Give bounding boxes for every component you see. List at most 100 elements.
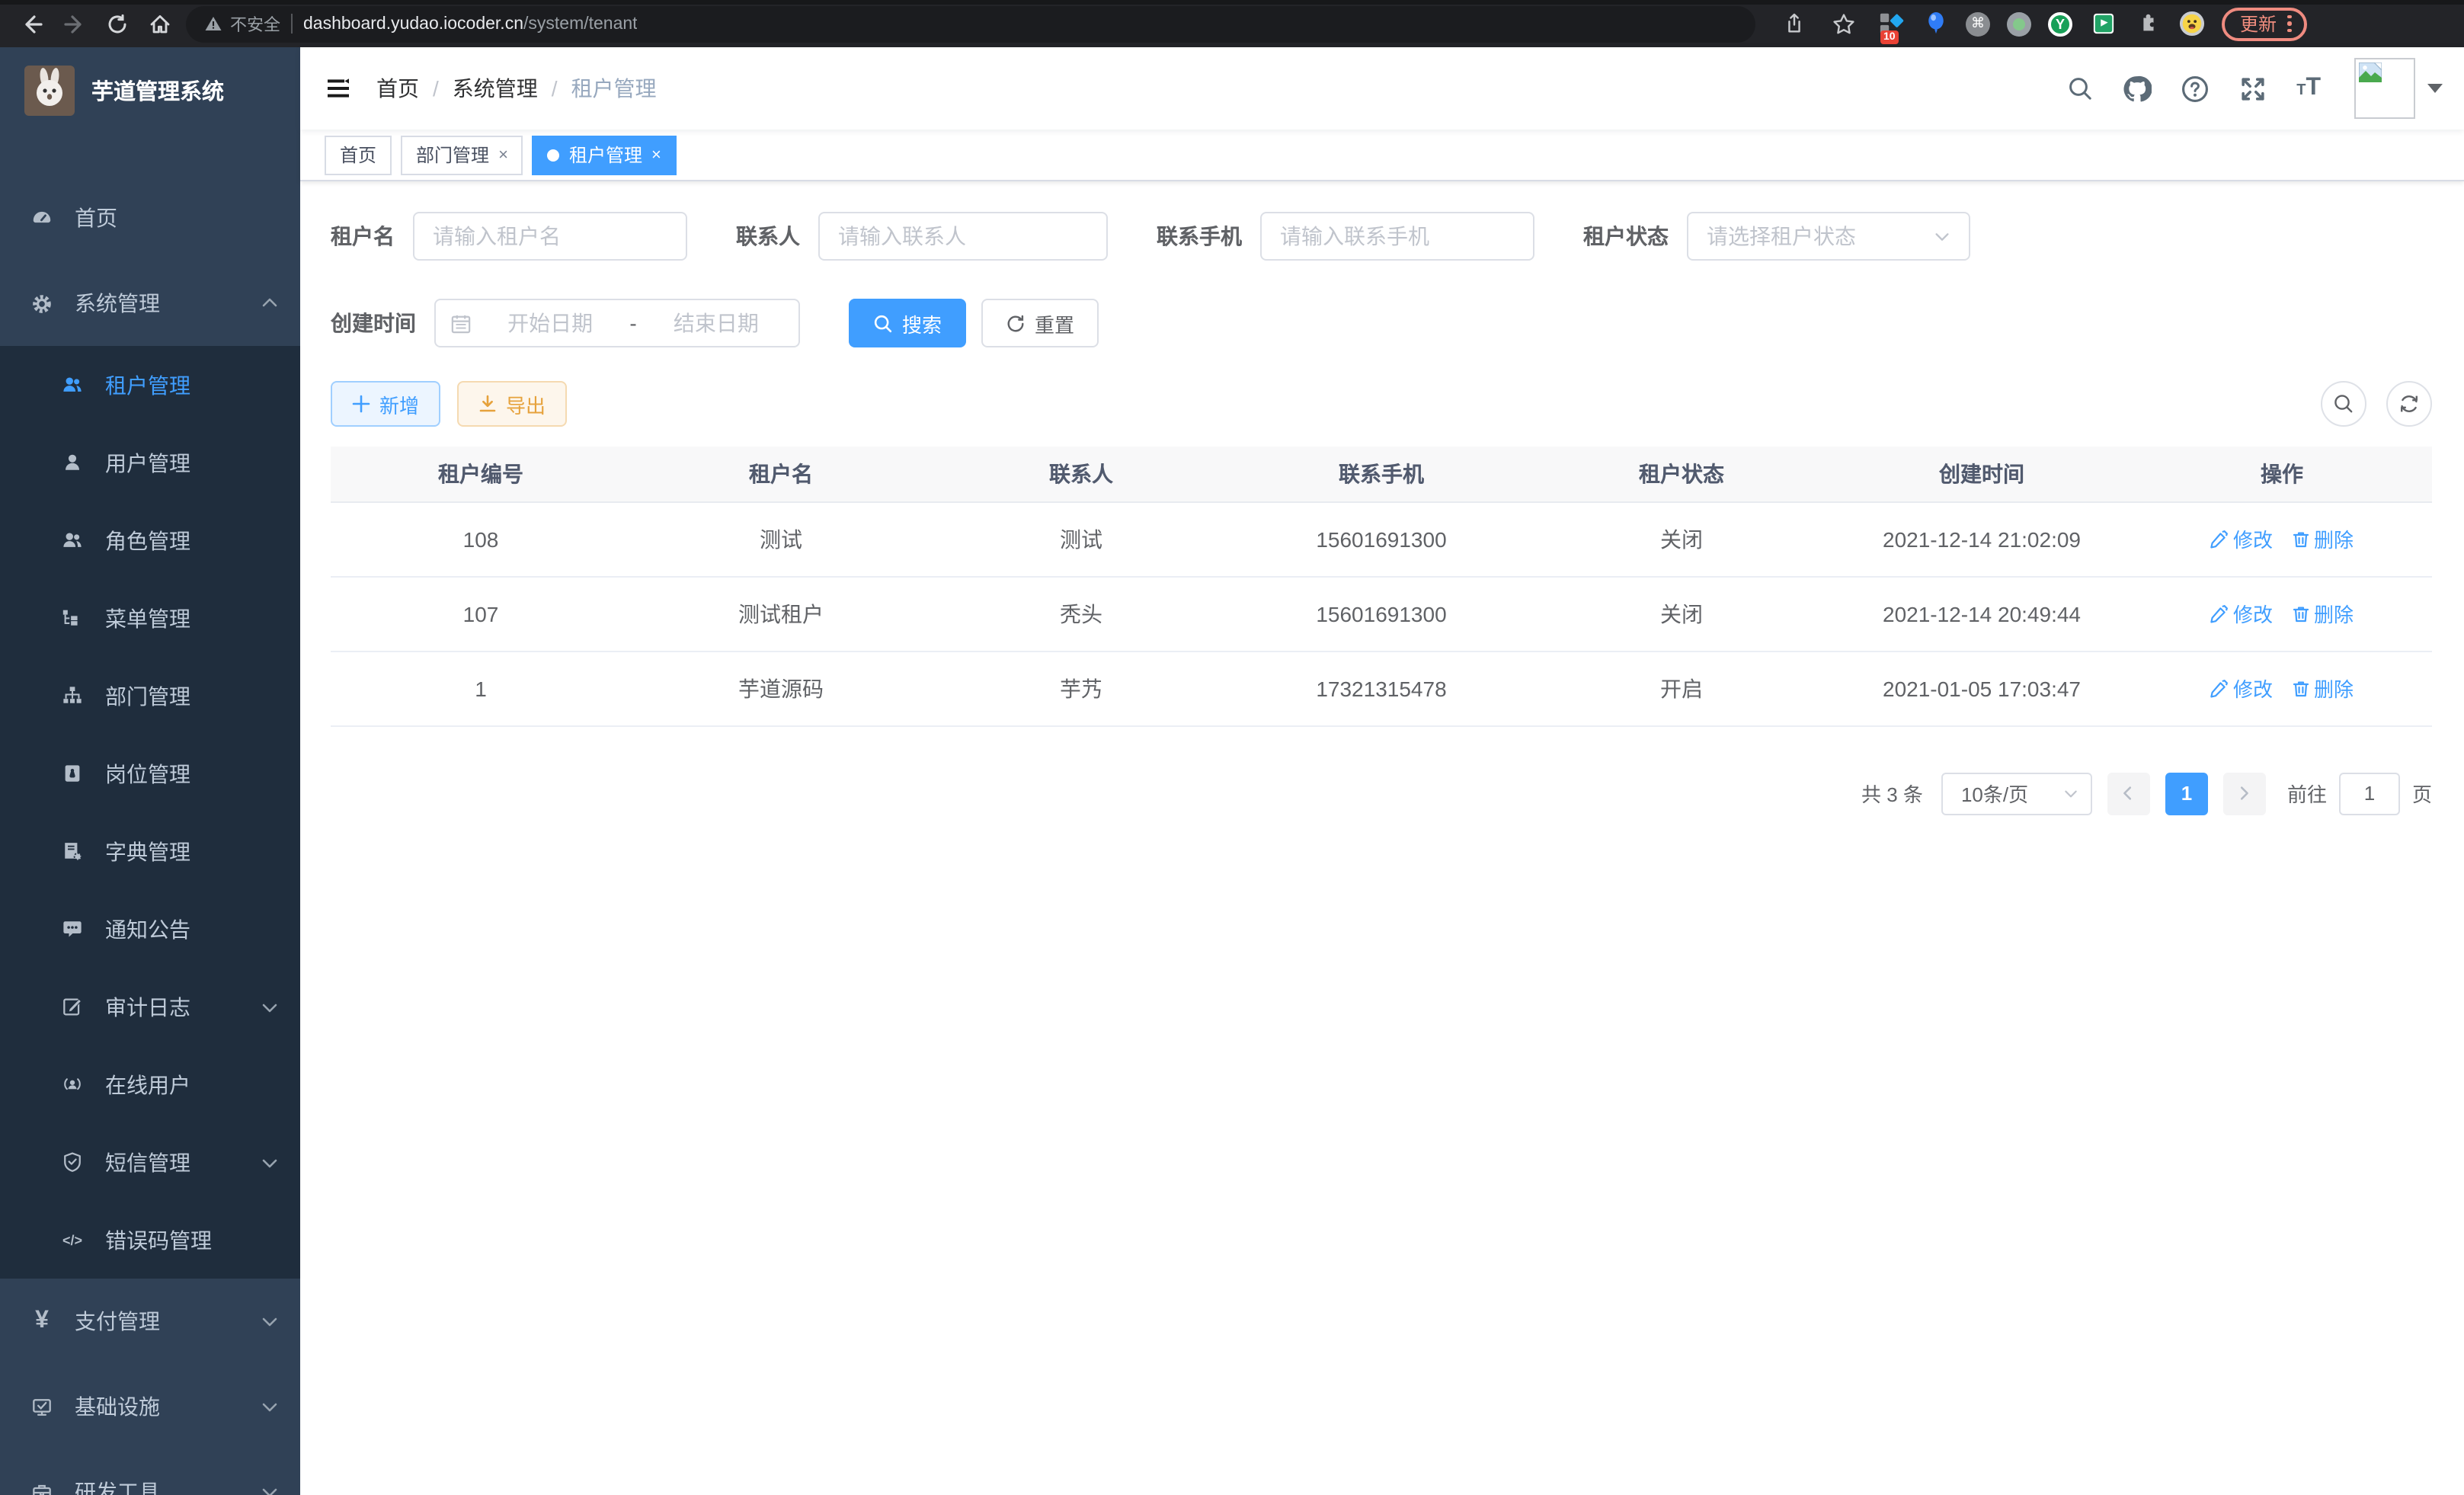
edit-link[interactable]: 修改 [2210,599,2273,628]
sidebar-item-home[interactable]: 首页 [0,175,300,261]
chevron-down-icon [261,1153,279,1171]
y-glyph: Y [2056,16,2065,31]
sidebar-item-sms[interactable]: 短信管理 [0,1123,300,1201]
app-logo-row[interactable]: 芋道管理系统 [0,47,300,133]
extension-chat-icon[interactable] [2089,10,2117,37]
chevron-right-icon [2236,785,2253,802]
badge-icon [61,762,84,785]
extension-balloon-icon[interactable] [1922,10,1949,37]
breadcrumb-system[interactable]: 系统管理 [453,73,538,104]
sidebar-item-notice[interactable]: 通知公告 [0,890,300,968]
browser-back-button[interactable] [15,7,49,40]
status-select[interactable]: 请选择租户状态 [1687,212,1970,261]
toggle-search-button[interactable] [2321,381,2366,427]
font-size-icon[interactable]: TT [2296,75,2321,102]
tenant-name-input[interactable]: 请输入租户名 [413,212,687,261]
chevron-down-icon [261,1312,279,1330]
table-row: 1 芋道源码 芋艿 17321315478 开启 2021-01-05 17:0… [331,651,2432,725]
share-icon[interactable] [1777,7,1810,40]
close-icon[interactable]: × [498,146,508,164]
sidebar-fold-icon[interactable] [325,75,352,102]
sidebar-item-role[interactable]: 角色管理 [0,501,300,579]
sidebar-item-error-code[interactable]: </> 错误码管理 [0,1201,300,1279]
search-label: 搜索 [902,309,942,338]
breadcrumb-home[interactable]: 首页 [376,73,419,104]
prev-page-button[interactable] [2107,772,2150,815]
sidebar-item-dept[interactable]: 部门管理 [0,657,300,735]
github-icon[interactable] [2123,74,2152,103]
bookmark-star-icon[interactable] [1827,7,1861,40]
user-menu[interactable] [2354,58,2443,119]
browser-update-button[interactable]: 更新 [2222,7,2306,40]
avatar[interactable] [2354,58,2415,119]
extensions-puzzle-icon[interactable] [2133,10,2161,37]
sidebar-item-system[interactable]: 系统管理 [0,261,300,346]
add-label: 新增 [379,389,419,418]
message-icon [61,917,84,940]
browser-home-button[interactable] [143,7,177,40]
extension-dot-icon[interactable] [2007,11,2031,36]
mobile-input[interactable]: 请输入联系手机 [1260,212,1534,261]
tab-dot [548,149,560,161]
sidebar-item-online-user[interactable]: 在线用户 [0,1045,300,1123]
col-mobile: 联系手机 [1231,447,1531,501]
reset-button[interactable]: 重置 [981,299,1099,347]
sidebar-item-dev-tools[interactable]: 研发工具 [0,1449,300,1495]
trash-icon [2291,604,2309,623]
contact-label: 联系人 [736,221,800,251]
edit-link[interactable]: 修改 [2210,524,2273,553]
sidebar-item-post[interactable]: 岗位管理 [0,735,300,812]
navbar: 首页 / 系统管理 / 租户管理 [300,47,2464,130]
sidebar-item-user[interactable]: 用户管理 [0,424,300,501]
close-icon[interactable]: × [651,146,661,164]
page-size-select[interactable]: 10条/页 [1941,772,2092,815]
profile-avatar-icon[interactable] [2178,10,2205,37]
url-text: dashboard.yudao.iocoder.cn/system/tenant [303,14,638,33]
contact-input[interactable]: 请输入联系人 [818,212,1108,261]
tab-dept[interactable]: 部门管理 × [401,135,523,174]
col-tenant-name: 租户名 [631,447,931,501]
reset-label: 重置 [1035,309,1074,338]
tab-home[interactable]: 首页 [325,135,392,174]
browser-forward-button[interactable] [58,7,91,40]
plus-icon [352,395,370,413]
address-bar[interactable]: 不安全 dashboard.yudao.iocoder.cn/system/te… [186,5,1755,42]
cell-mobile: 15601691300 [1231,576,1531,651]
security-label: 不安全 [230,11,280,36]
security-indicator[interactable]: 不安全 [204,11,280,36]
extension-cmd-icon[interactable]: ⌘ [1966,11,1990,36]
browser-reload-button[interactable] [101,7,134,40]
code-icon: </> [61,1228,84,1251]
page-number-1[interactable]: 1 [2165,772,2208,815]
cell-contact: 芋艿 [931,651,1231,725]
delete-link[interactable]: 删除 [2291,599,2354,628]
extension-tampermonkey-icon[interactable]: 10 [1877,10,1905,37]
header-search-icon[interactable] [2066,75,2094,102]
edit-link[interactable]: 修改 [2210,674,2273,703]
delete-link[interactable]: 删除 [2291,524,2354,553]
export-button[interactable]: 导出 [457,381,567,427]
goto-page-input[interactable] [2339,772,2400,815]
tab-tenant[interactable]: 租户管理 × [533,135,677,174]
add-button[interactable]: 新增 [331,381,440,427]
sidebar-item-dict[interactable]: 字典管理 [0,812,300,890]
delete-link[interactable]: 删除 [2291,674,2354,703]
help-icon[interactable] [2181,74,2210,103]
goto-label: 前往 [2287,779,2327,808]
sidebar-item-infra[interactable]: 基础设施 [0,1364,300,1449]
sidebar-item-menu[interactable]: 菜单管理 [0,579,300,657]
next-page-button[interactable] [2223,772,2266,815]
sidebar-item-pay[interactable]: ¥ 支付管理 [0,1279,300,1364]
refresh-table-button[interactable] [2386,381,2432,427]
extension-y-icon[interactable]: Y [2048,11,2072,36]
sidebar-item-audit-log[interactable]: 审计日志 [0,968,300,1045]
create-time-range-picker[interactable]: 开始日期 - 结束日期 [434,299,800,347]
chrome-menu-icon[interactable] [2287,15,2291,33]
fullscreen-icon[interactable] [2238,74,2267,103]
tags-view: 首页 部门管理 × 租户管理 × [300,130,2464,181]
chevron-left-icon [2120,785,2137,802]
sidebar-item-tenant[interactable]: 租户管理 [0,346,300,424]
table-row: 107 测试租户 秃头 15601691300 关闭 2021-12-14 20… [331,576,2432,651]
refresh-icon [2398,393,2420,415]
search-button[interactable]: 搜索 [849,299,966,347]
